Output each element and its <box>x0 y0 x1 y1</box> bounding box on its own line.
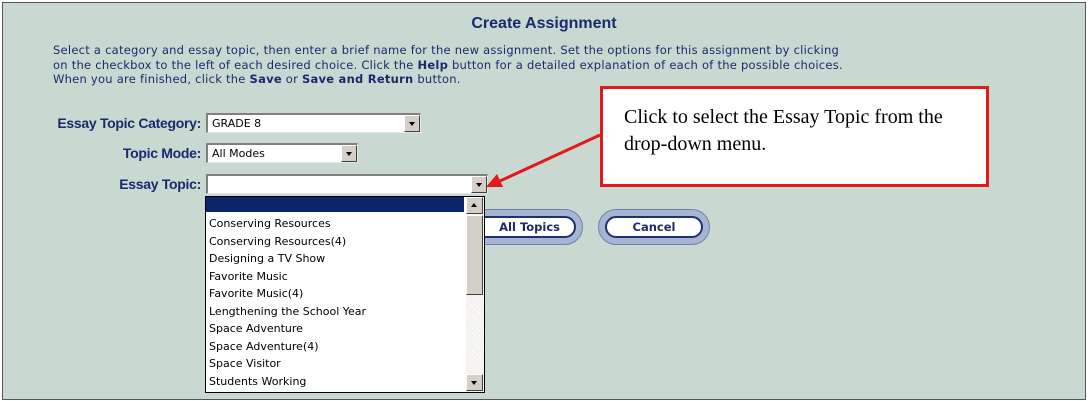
callout-arrow <box>486 133 601 187</box>
